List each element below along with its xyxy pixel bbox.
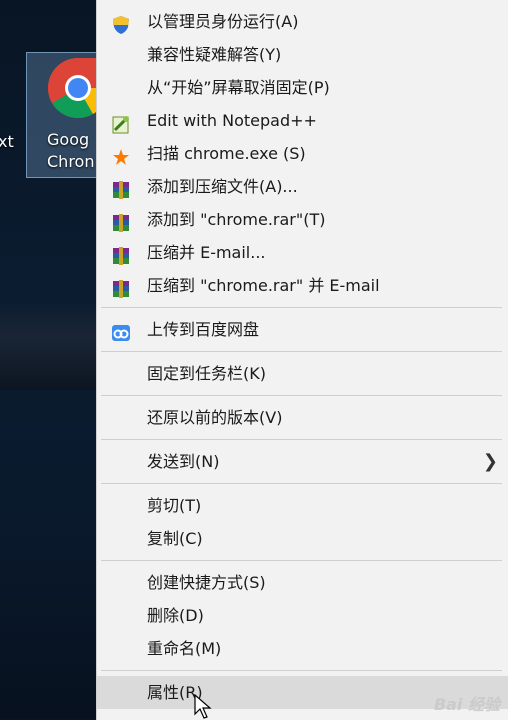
avast-icon [111, 145, 131, 165]
menu-item[interactable]: 以管理员身份运行(A) [97, 5, 508, 38]
menu-item[interactable]: 添加到压缩文件(A)... [97, 170, 508, 203]
menu-item-label: 压缩到 "chrome.rar" 并 E-mail [147, 276, 380, 295]
menu-separator [101, 670, 502, 671]
winrar-icon [111, 211, 131, 232]
menu-item-label: 添加到 "chrome.rar"(T) [147, 210, 326, 229]
desktop-wallpaper-shore [0, 300, 96, 390]
menu-item-label: 以管理员身份运行(A) [147, 12, 299, 31]
menu-item-label: Edit with Notepad++ [147, 111, 317, 130]
chrome-desktop-icon[interactable]: Goog Chron [26, 52, 96, 178]
menu-item-label: 上传到百度网盘 [147, 320, 260, 339]
menu-item[interactable]: 剪切(T) [97, 489, 508, 522]
desktop: xt Goog Chron [0, 0, 96, 719]
watermark: Bai 经验 [433, 695, 500, 714]
menu-separator [101, 395, 502, 396]
chevron-right-icon: ❯ [482, 451, 498, 472]
menu-item[interactable]: 还原以前的版本(V) [97, 401, 508, 434]
menu-item[interactable]: 重命名(M) [97, 632, 508, 665]
menu-item[interactable]: 发送到(N) ❯ [97, 445, 508, 478]
menu-item[interactable]: 兼容性疑难解答(Y) [97, 38, 508, 71]
menu-item-label: 还原以前的版本(V) [147, 408, 283, 427]
uac-shield-icon [111, 13, 131, 34]
menu-item-label: 删除(D) [147, 606, 204, 625]
menu-item[interactable]: Edit with Notepad++ [97, 104, 508, 137]
menu-item[interactable]: 从“开始”屏幕取消固定(P) [97, 71, 508, 104]
chrome-icon [48, 58, 96, 119]
desktop-icon-label-partial[interactable]: xt [0, 132, 14, 151]
menu-item-label: 剪切(T) [147, 496, 202, 515]
menu-item-label: 扫描 chrome.exe (S) [147, 144, 306, 163]
context-menu: 以管理员身份运行(A) 兼容性疑难解答(Y) 从“开始”屏幕取消固定(P) Edit … [96, 0, 508, 720]
menu-separator [101, 483, 502, 484]
winrar-icon [111, 178, 131, 199]
menu-item-label: 兼容性疑难解答(Y) [147, 45, 282, 64]
menu-item-label: 复制(C) [147, 529, 203, 548]
menu-item-label: 压缩并 E-mail... [147, 243, 266, 262]
winrar-icon [111, 277, 131, 298]
winrar-icon [111, 244, 131, 265]
menu-item-label: 发送到(N) [147, 452, 220, 471]
menu-item[interactable]: 创建快捷方式(S) [97, 566, 508, 599]
menu-item-label: 创建快捷方式(S) [147, 573, 266, 592]
menu-item[interactable]: 固定到任务栏(K) [97, 357, 508, 390]
mouse-cursor-icon [194, 694, 212, 719]
chrome-icon-label: Goog Chron [47, 130, 95, 171]
menu-item-label: 固定到任务栏(K) [147, 364, 266, 383]
menu-item-label: 重命名(M) [147, 639, 222, 658]
menu-separator [101, 307, 502, 308]
menu-item-label: 从“开始”屏幕取消固定(P) [147, 78, 330, 97]
menu-item[interactable]: 压缩到 "chrome.rar" 并 E-mail [97, 269, 508, 302]
menu-separator [101, 351, 502, 352]
menu-item[interactable]: 删除(D) [97, 599, 508, 632]
menu-separator [101, 560, 502, 561]
baidu-cloud-icon [111, 321, 131, 341]
menu-item[interactable]: 复制(C) [97, 522, 508, 555]
menu-item-label: 添加到压缩文件(A)... [147, 177, 298, 196]
menu-item[interactable]: 扫描 chrome.exe (S) [97, 137, 508, 170]
menu-item[interactable]: 添加到 "chrome.rar"(T) [97, 203, 508, 236]
notepad-plus-icon [111, 112, 131, 134]
menu-item[interactable]: 压缩并 E-mail... [97, 236, 508, 269]
menu-separator [101, 439, 502, 440]
menu-item[interactable]: 上传到百度网盘 [97, 313, 508, 346]
